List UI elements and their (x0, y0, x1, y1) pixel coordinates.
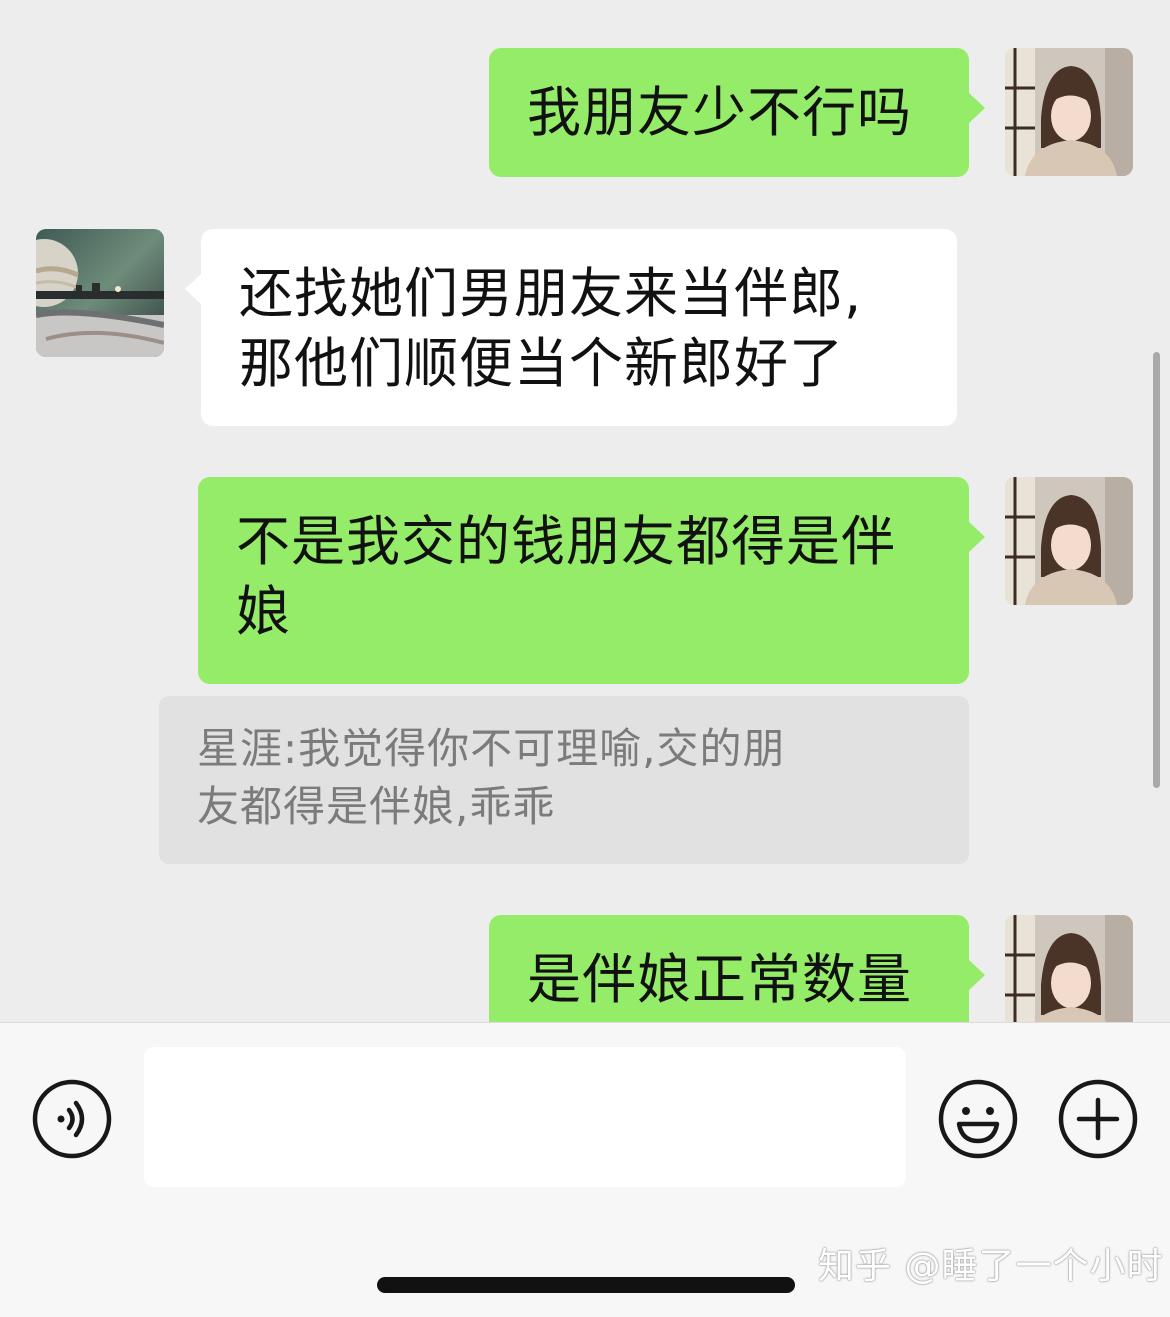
bubble-tail (968, 959, 985, 991)
bubble-tail (185, 273, 202, 305)
message-outgoing[interactable]: 我朋友少不行吗 (489, 48, 985, 177)
message-text-line: 不是我交的钱朋友都得是伴 (236, 510, 896, 573)
quote-text-line: 星涯:我觉得你不可理喻,交的朋 (197, 724, 786, 773)
plus-icon (1058, 1079, 1138, 1159)
message-text-line: 那他们顺便当个新郎好了 (239, 332, 844, 395)
contact-avatar[interactable] (36, 229, 164, 357)
message-outgoing[interactable]: 不是我交的钱朋友都得是伴 娘 (198, 477, 985, 684)
quoted-message[interactable]: 星涯:我觉得你不可理喻,交的朋 友都得是伴娘,乖乖 (159, 696, 969, 864)
my-avatar[interactable] (1005, 477, 1133, 605)
message-outgoing[interactable]: 是伴娘正常数量 (489, 915, 985, 1022)
bubble-tail (968, 521, 985, 553)
voice-button[interactable] (31, 1078, 113, 1160)
watermark: 知乎 @睡了一个小时 (818, 1246, 1164, 1287)
emoji-button[interactable] (937, 1078, 1019, 1160)
my-avatar[interactable] (1005, 48, 1133, 176)
scrollbar[interactable] (1153, 352, 1160, 788)
voice-icon (32, 1079, 112, 1159)
message-text: 是伴娘正常数量 (527, 948, 912, 1011)
my-avatar[interactable] (1005, 915, 1133, 1022)
more-button[interactable] (1057, 1078, 1139, 1160)
chat-message-list[interactable]: 我朋友少不行吗 还找她们男朋友来当伴郎, 那他们顺便当个新郎好了 不是我交的钱朋… (0, 0, 1170, 1022)
message-text: 我朋友少不行吗 (527, 81, 912, 144)
message-incoming[interactable]: 还找她们男朋友来当伴郎, 那他们顺便当个新郎好了 (185, 229, 957, 426)
emoji-icon (938, 1079, 1018, 1159)
message-text-line: 娘 (236, 580, 291, 643)
message-text-line: 还找她们男朋友来当伴郎, (239, 262, 863, 325)
message-input[interactable] (144, 1047, 906, 1187)
bubble-tail (968, 92, 985, 124)
home-indicator[interactable] (377, 1277, 795, 1293)
quote-text-line: 友都得是伴娘,乖乖 (197, 782, 556, 831)
